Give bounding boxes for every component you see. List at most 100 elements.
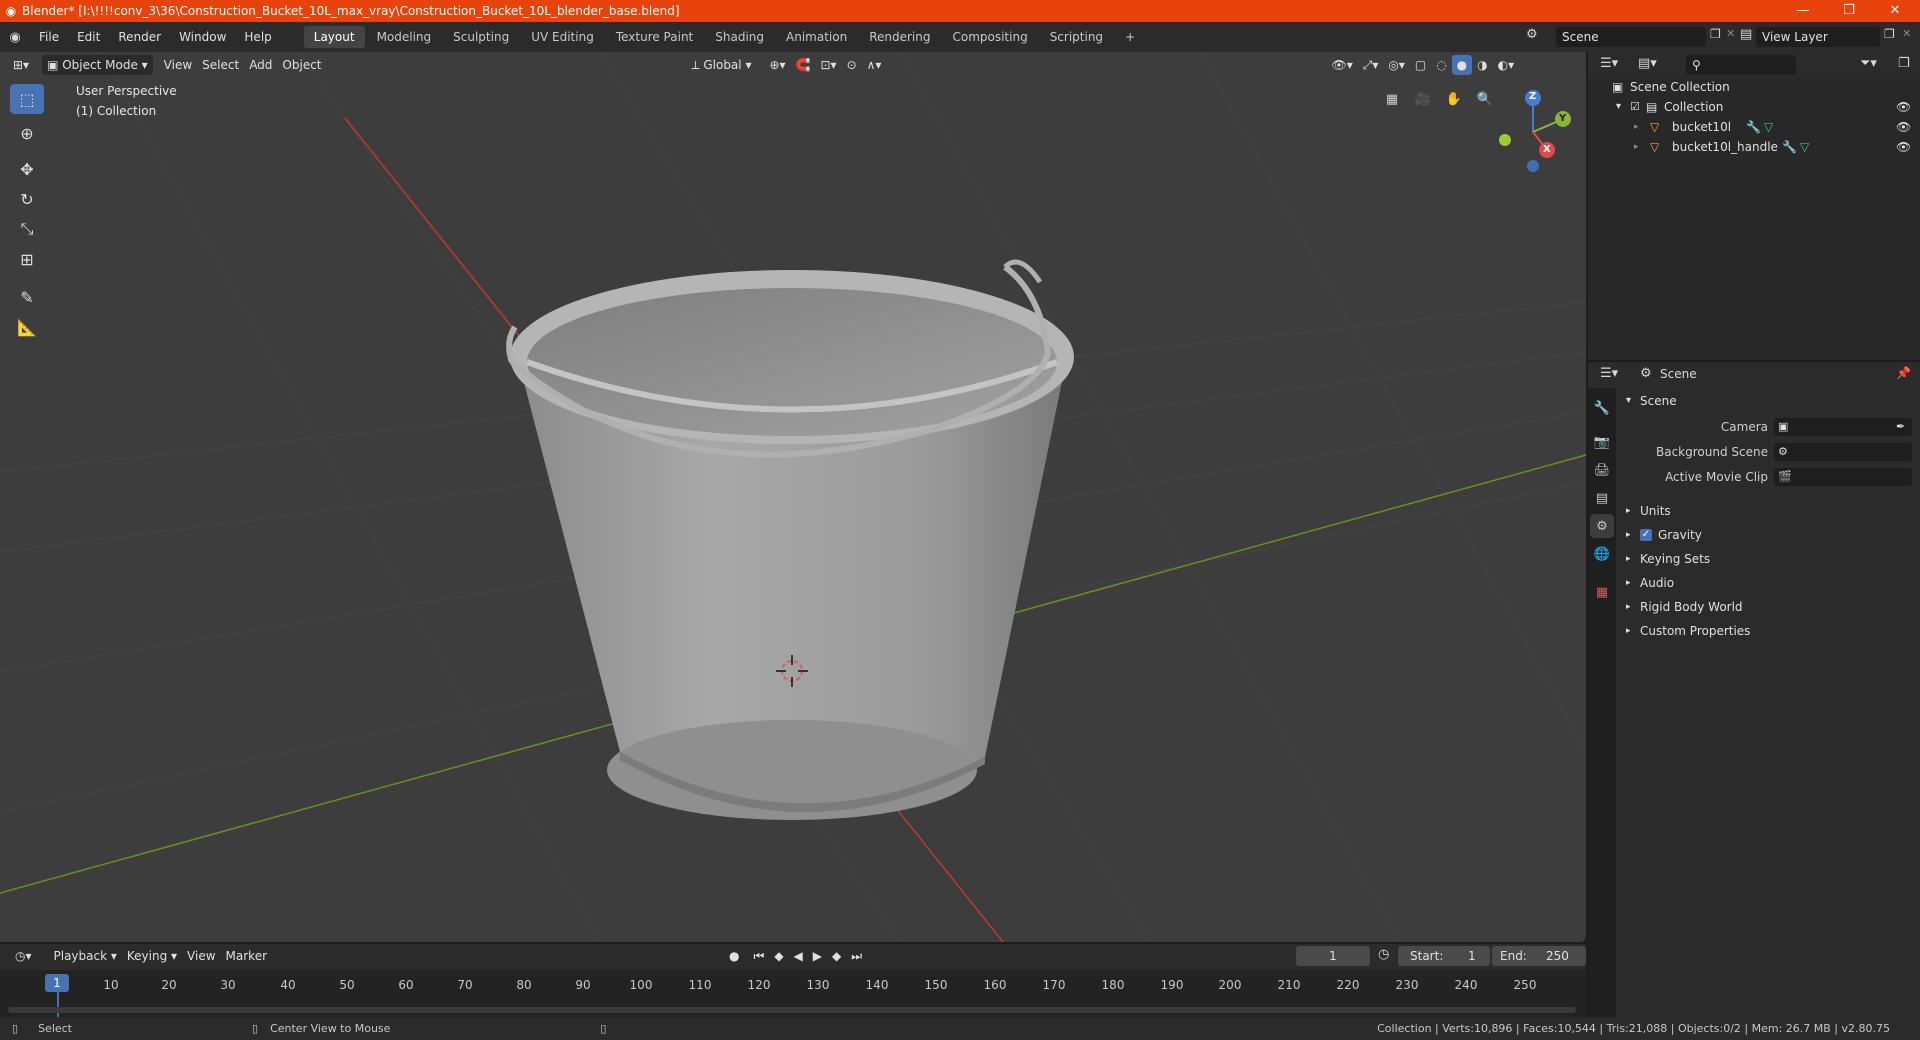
menu-playback[interactable]: Playback ▾ (49, 946, 122, 966)
end-frame-field[interactable]: End: 250 (1492, 946, 1586, 966)
render-tab-icon[interactable]: 📷 (1590, 430, 1614, 454)
annotate-tool-icon[interactable]: ✎ (10, 282, 44, 312)
mode-selector[interactable]: ▣ Object Mode ▾ (42, 55, 153, 75)
outliner-row-collection[interactable]: ▾ ☑ ▤ Collection 👁 (1588, 97, 1920, 117)
gizmo-x-label[interactable]: X (1543, 144, 1551, 155)
menu-select[interactable]: Select (197, 55, 244, 75)
menu-file[interactable]: File (30, 22, 68, 52)
material-shading-icon[interactable]: ◑ (1472, 55, 1492, 75)
menu-object[interactable]: Object (277, 55, 326, 75)
camera-view-icon[interactable]: 🎥 (1411, 87, 1435, 111)
tab-sculpting[interactable]: Sculpting (443, 26, 519, 48)
mesh-data-icon[interactable]: ▽ (1764, 117, 1773, 137)
xray-icon[interactable]: ▢ (1410, 55, 1431, 75)
scene-tab-icon[interactable]: ⚙ (1590, 514, 1614, 538)
measure-tool-icon[interactable]: 📐 (10, 312, 44, 342)
play-reverse-icon[interactable]: ◀ (789, 946, 808, 966)
select-box-tool-icon[interactable]: ⬚ (10, 84, 44, 114)
grid-view-icon[interactable]: ▦ (1380, 87, 1404, 111)
cursor-tool-icon[interactable]: ⊕ (10, 118, 44, 148)
snap-target-icon[interactable]: ⊡▾ (816, 55, 842, 75)
overlay-icon[interactable]: ◎▾ (1383, 55, 1410, 75)
rigid-body-world-panel-header[interactable]: ▸ Rigid Body World (1618, 596, 1918, 618)
properties-editor-icon[interactable]: ☰▾ (1600, 366, 1618, 381)
delete-view-layer-icon[interactable]: ✕ (1902, 27, 1911, 40)
outliner-search-input[interactable]: ⚲ (1686, 55, 1796, 75)
eyedropper-icon[interactable]: ✒ (1896, 416, 1905, 438)
tab-layout[interactable]: Layout (303, 26, 365, 48)
scale-tool-icon[interactable]: ⤡ (10, 214, 44, 244)
view-layer-icon[interactable]: ▤ (1740, 27, 1752, 42)
transform-orientation-selector[interactable]: ⟂ Global ▾ (687, 55, 757, 75)
outliner-row-scene-collection[interactable]: ▣ Scene Collection (1588, 77, 1920, 97)
timeline-editor-icon[interactable]: ◷▾ (10, 946, 37, 966)
jump-to-end-icon[interactable]: ⏭ (846, 946, 867, 966)
transform-tool-icon[interactable]: ⊞ (10, 244, 44, 274)
close-button[interactable]: ✕ (1872, 0, 1918, 22)
delete-scene-icon[interactable]: ✕ (1726, 27, 1735, 40)
menu-timeline-view[interactable]: View (182, 946, 220, 966)
minimize-button[interactable]: — (1780, 0, 1826, 22)
custom-properties-panel-header[interactable]: ▸ Custom Properties (1618, 620, 1918, 642)
new-view-layer-icon[interactable]: ❐ (1884, 27, 1895, 41)
outliner-row-bucket10l-handle[interactable]: ▸ ▽ bucket10l_handle 🔧 ▽ 👁 (1588, 137, 1920, 157)
start-frame-field[interactable]: Start: 1 (1398, 946, 1490, 966)
units-panel-header[interactable]: ▸ Units (1618, 500, 1918, 522)
playhead-indicator[interactable]: 1 (45, 974, 69, 992)
tab-modeling[interactable]: Modeling (367, 26, 442, 48)
scene-icon[interactable]: ⚙ (1526, 27, 1538, 42)
use-preview-range-icon[interactable]: ◷ (1378, 947, 1389, 962)
tab-texture-paint[interactable]: Texture Paint (606, 26, 703, 48)
jump-keyframe-back-icon[interactable]: ◆ (769, 946, 788, 966)
menu-add[interactable]: Add (244, 55, 277, 75)
pivot-point-icon[interactable]: ⊕▾ (764, 55, 790, 75)
audio-panel-header[interactable]: ▸ Audio (1618, 572, 1918, 594)
pin-icon[interactable]: 📌 (1896, 366, 1911, 380)
current-frame-field[interactable]: 1 (1296, 946, 1370, 966)
checkbox-icon[interactable]: ☑ (1630, 97, 1640, 117)
wireframe-shading-icon[interactable]: ◌ (1431, 55, 1451, 75)
expand-arrow-icon[interactable]: ▸ (1634, 137, 1639, 157)
tool-tab-icon[interactable]: 🔧 (1590, 396, 1614, 420)
menu-window[interactable]: Window (170, 22, 235, 52)
tab-rendering[interactable]: Rendering (859, 26, 940, 48)
snap-icon[interactable]: 🧲 (791, 55, 816, 75)
gizmo-z-label[interactable]: Z (1529, 91, 1536, 102)
collapse-arrow-icon[interactable]: ▾ (1616, 97, 1621, 117)
tab-uv-editing[interactable]: UV Editing (521, 26, 604, 48)
editor-type-icon[interactable]: ⊞▾ (8, 55, 34, 75)
jump-to-start-icon[interactable]: ⏮ (749, 946, 770, 966)
menu-edit[interactable]: Edit (68, 22, 109, 52)
menu-render[interactable]: Render (109, 22, 170, 52)
menu-keying[interactable]: Keying ▾ (122, 946, 182, 966)
move-tool-icon[interactable]: ✥ (10, 154, 44, 184)
rotate-tool-icon[interactable]: ↻ (10, 184, 44, 214)
gizmo-y-label[interactable]: Y (1559, 113, 1566, 124)
maximize-button[interactable]: ❐ (1826, 0, 1872, 22)
3d-viewport[interactable]: Z Y X ⊞▾ ▣ Object Mode ▾ View Select Add… (0, 52, 1586, 942)
gravity-checkbox[interactable]: ✓ (1640, 529, 1652, 541)
outliner-row-bucket10l[interactable]: ▸ ▽ bucket10l 🔧 ▽ 👁 (1588, 117, 1920, 137)
camera-field[interactable]: ▣ ✒ (1774, 418, 1912, 436)
visibility-icon[interactable]: 👁▾ (1326, 55, 1357, 75)
play-icon[interactable]: ▶ (808, 946, 827, 966)
filter-icon[interactable]: ⏷▾ (1860, 56, 1877, 71)
view-layer-selector[interactable]: View Layer (1756, 27, 1880, 47)
modifier-wrench-icon[interactable]: 🔧 (1746, 117, 1761, 137)
scene-panel-header[interactable]: ▾ Scene (1618, 390, 1918, 412)
object-visibility-eye-icon[interactable]: 👁 (1896, 137, 1911, 157)
keying-sets-panel-header[interactable]: ▸ Keying Sets (1618, 548, 1918, 570)
new-scene-icon[interactable]: ❐ (1710, 27, 1721, 41)
mesh-data-icon[interactable]: ▽ (1800, 137, 1809, 157)
texture-tab-icon[interactable]: ▦ (1590, 580, 1614, 604)
tab-scripting[interactable]: Scripting (1040, 26, 1113, 48)
scene-selector[interactable]: Scene (1556, 27, 1706, 47)
proportional-edit-icon[interactable]: ⊙ (842, 55, 862, 75)
blender-menu-icon[interactable]: ◉ (0, 30, 30, 45)
falloff-icon[interactable]: ∧▾ (862, 55, 887, 75)
gizmo-toggle-icon[interactable]: ⤢▾ (1358, 55, 1384, 75)
timeline-scrollbar[interactable] (8, 1007, 1576, 1013)
tab-animation[interactable]: Animation (776, 26, 857, 48)
modifier-wrench-icon[interactable]: 🔧 (1782, 137, 1797, 157)
pan-hand-icon[interactable]: ✋ (1442, 87, 1466, 111)
